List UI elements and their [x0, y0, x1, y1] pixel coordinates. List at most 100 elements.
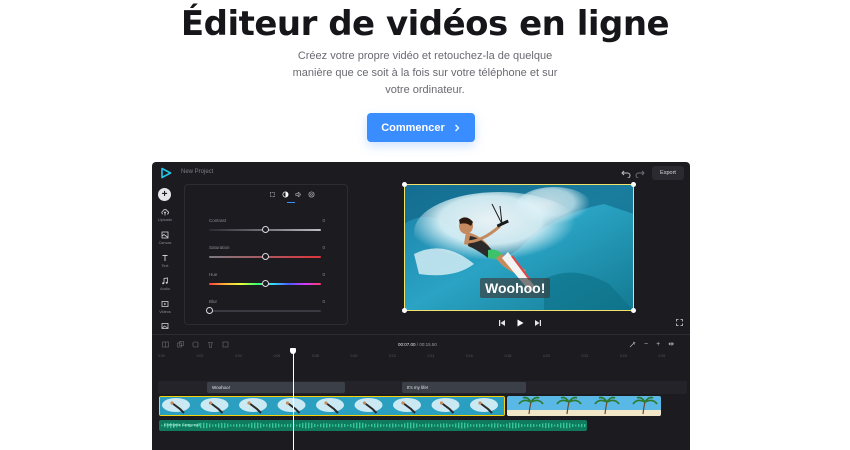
hero-subtitle: Créez votre propre vidéo et retouchez-la…	[292, 50, 558, 96]
slider-value: 0	[322, 245, 325, 250]
resize-handle[interactable]	[402, 308, 407, 313]
surf-thumbnails	[160, 397, 504, 415]
play-icon[interactable]	[516, 319, 524, 327]
palm-thumbnails	[507, 396, 661, 416]
ruler-tick: 0:10	[350, 354, 358, 358]
speed-icon[interactable]	[308, 191, 315, 198]
rail-item-uploads[interactable]: Uploads	[152, 208, 178, 222]
rail-item-label: Text	[161, 264, 169, 268]
hero-title: Éditeur de vidéos en ligne	[180, 4, 670, 44]
active-tab-indicator	[287, 202, 295, 203]
video-icon	[161, 301, 169, 307]
cloud-upload-icon	[161, 209, 169, 216]
playhead-handle[interactable]	[290, 348, 296, 354]
adjust-icon[interactable]	[282, 191, 289, 198]
skip-forward-icon[interactable]	[534, 319, 542, 327]
volume-icon[interactable]	[295, 191, 302, 198]
time-separator: /	[416, 342, 419, 347]
ruler-tick: 0:18	[504, 354, 512, 358]
rail-item-label: Canvas	[158, 241, 172, 245]
resize-handle[interactable]	[631, 308, 636, 313]
rail-item-label: Uploads	[158, 218, 172, 222]
audio-clip-label: Energetic Song.mp3	[164, 422, 201, 427]
slider-label: Contrast	[209, 218, 227, 223]
resize-handle[interactable]	[402, 182, 407, 187]
ruler-tick: 0:22	[581, 354, 589, 358]
text-clip[interactable]: It's my life!	[402, 382, 526, 393]
ruler-tick: 0:26	[658, 354, 666, 358]
slider-value: 0	[322, 218, 325, 223]
start-button[interactable]: Commencer	[367, 113, 475, 142]
split-icon[interactable]	[162, 341, 169, 348]
panel-tabs	[269, 191, 315, 198]
skip-back-icon[interactable]	[498, 319, 506, 327]
playhead[interactable]	[293, 349, 294, 450]
slider-knob[interactable]	[261, 280, 269, 287]
slider-value: 0	[322, 272, 325, 277]
duplicate-icon[interactable]	[177, 341, 184, 348]
time-ruler: 0:00 0:02 0:04 0:06 0:08 0:10 0:12 0:14 0:16 0:18…	[158, 354, 690, 362]
editor-topbar: New Project Export	[152, 162, 690, 184]
total-time: 00:15.50	[419, 342, 437, 347]
undo-icon[interactable]	[621, 168, 631, 178]
slider-knob[interactable]	[261, 226, 269, 233]
video-clip[interactable]	[159, 396, 505, 416]
rail-item-canvas[interactable]: Canvas	[152, 231, 178, 245]
magic-icon[interactable]	[629, 341, 636, 348]
timeline: 00:07.00 / 00:15.50 − + ⇹ 0:00 0:02 0:04 0:…	[152, 334, 690, 450]
slider-label: Hue	[209, 272, 218, 277]
tool-rail: + Uploads Canvas Text Audio Videos	[152, 184, 178, 334]
editor-mockup: New Project Export + Uploads Canvas Text…	[152, 162, 690, 450]
slider-label: Blur	[209, 299, 218, 304]
fit-timeline-button[interactable]: ⇹	[668, 340, 674, 348]
redo-icon[interactable]	[635, 168, 645, 178]
ruler-tick: 0:00	[158, 354, 165, 358]
fullscreen-icon[interactable]	[676, 319, 683, 326]
text-clip[interactable]: Woohoo!	[207, 382, 345, 393]
start-button-label: Commencer	[381, 121, 445, 134]
zoom-in-button[interactable]: +	[656, 341, 660, 348]
music-note-icon	[162, 277, 168, 285]
rail-item-videos[interactable]: Videos	[152, 300, 178, 314]
rail-item-text[interactable]: Text	[152, 254, 178, 268]
zoom-out-button[interactable]: −	[644, 341, 648, 348]
ruler-tick: 0:20	[543, 354, 550, 358]
resize-handle[interactable]	[631, 182, 636, 187]
crop-icon[interactable]	[269, 191, 276, 198]
audio-clip[interactable]: Energetic Song.mp3	[159, 420, 587, 431]
more-icon[interactable]	[222, 341, 229, 348]
transport-controls	[498, 319, 542, 327]
image-icon	[161, 323, 169, 329]
ruler-tick: 0:12	[389, 354, 396, 358]
delete-icon[interactable]	[207, 341, 214, 348]
chevron-right-icon	[454, 124, 460, 131]
ruler-tick: 0:08	[312, 354, 319, 358]
ruler-tick: 0:06	[273, 354, 281, 358]
slider-knob[interactable]	[205, 307, 213, 314]
timeline-tools	[162, 341, 229, 348]
slider-knob[interactable]	[261, 253, 269, 260]
ruler-tick: 0:24	[620, 354, 627, 358]
video-preview[interactable]: Woohoo!	[402, 182, 636, 313]
audio-waveform	[161, 422, 586, 429]
export-button[interactable]: Export	[652, 166, 684, 180]
slider-track[interactable]	[209, 310, 321, 312]
rail-item-audio[interactable]: Audio	[152, 277, 178, 291]
rail-item-images[interactable]	[152, 322, 178, 330]
canvas-icon	[161, 231, 169, 239]
video-clip[interactable]	[507, 396, 661, 416]
project-name[interactable]: New Project	[181, 169, 213, 175]
rail-item-label: Audio	[160, 287, 170, 291]
ruler-tick: 0:02	[196, 354, 204, 358]
zoom-tools: − + ⇹	[629, 340, 674, 348]
copy-icon[interactable]	[192, 341, 199, 348]
ruler-tick: 0:14	[427, 354, 435, 358]
add-media-button[interactable]: +	[158, 188, 171, 201]
current-time: 00:07.00	[398, 342, 416, 347]
slider-label: Saturation	[209, 245, 230, 250]
caption-overlay[interactable]: Woohoo!	[480, 278, 551, 298]
text-icon	[162, 255, 168, 261]
ruler-tick: 0:16	[466, 354, 473, 358]
ruler-tick: 0:04	[235, 354, 242, 358]
timecode: 00:07.00 / 00:15.50	[398, 342, 437, 347]
